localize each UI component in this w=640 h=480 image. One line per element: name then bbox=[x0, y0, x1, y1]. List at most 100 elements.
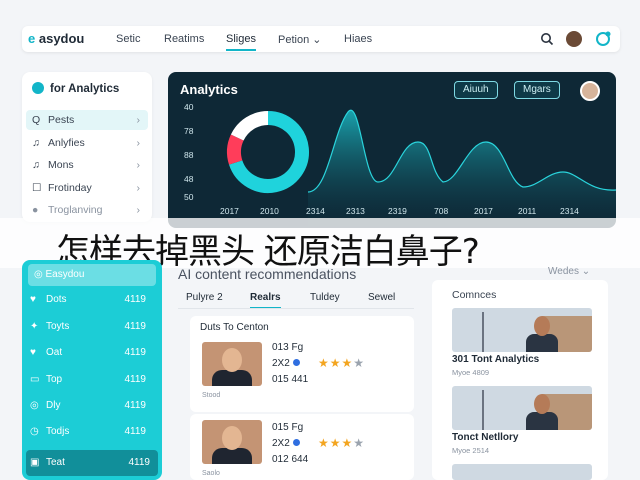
sidebar-item-anlyfies[interactable]: ♫ Anlyfies › bbox=[26, 133, 148, 153]
tab-realrs[interactable]: Realrs bbox=[250, 292, 281, 309]
y-tick-label: 78 bbox=[184, 126, 194, 136]
square-icon: ☐ bbox=[32, 182, 42, 194]
sidebar-item-troglanving[interactable]: ● Troglanving › bbox=[26, 200, 148, 220]
card-line-3: 015 441 bbox=[272, 374, 309, 385]
sort-dropdown[interactable]: Wedes ⌄ bbox=[548, 266, 590, 277]
heart-icon: ♥ bbox=[30, 347, 36, 358]
status-dot bbox=[292, 359, 300, 366]
sidebar-item-pests[interactable]: Q Pests › bbox=[26, 110, 148, 130]
hero-avatar[interactable] bbox=[580, 81, 600, 101]
rating-stars: ★★★★ bbox=[318, 436, 365, 450]
teal-item-value: 4119 bbox=[124, 321, 146, 332]
sidebar-item-label: Frotinday bbox=[48, 182, 92, 194]
hero-title: Analytics bbox=[180, 82, 238, 97]
rating-stars-empty: ★ bbox=[353, 356, 366, 370]
chevron-right-icon: › bbox=[136, 137, 141, 149]
nav-item-reatims[interactable]: Reatims bbox=[164, 33, 204, 45]
rating-stars-empty: ★ bbox=[353, 436, 366, 450]
card-footer: Saolo bbox=[202, 470, 220, 477]
comnces-item-sub: Myoe 4809 bbox=[452, 368, 490, 377]
teal-item-label: Dly bbox=[46, 400, 61, 411]
nav-item-petion[interactable]: Petion ⌄ bbox=[278, 33, 321, 46]
screen-icon: ▣ bbox=[30, 457, 40, 468]
teal-item-teat[interactable]: ▣ Teat 4119 bbox=[26, 450, 158, 476]
teal-item-value: 4119 bbox=[124, 374, 146, 385]
chevron-right-icon: › bbox=[136, 159, 141, 171]
x-tick-label: 2314 bbox=[560, 206, 579, 216]
chevron-right-icon: › bbox=[136, 182, 141, 194]
user-avatar[interactable] bbox=[566, 31, 582, 47]
teal-item-value: 4119 bbox=[124, 294, 146, 305]
teal-panel-header-text: Easydou bbox=[45, 269, 85, 280]
teal-item-label: Dots bbox=[46, 294, 67, 305]
teal-panel-header[interactable]: ◎ Easydou bbox=[28, 264, 156, 286]
status-dot bbox=[292, 439, 300, 446]
card-line-3: 012 644 bbox=[272, 454, 309, 465]
comnces-item-name[interactable]: 301 Tont Analytics bbox=[452, 354, 539, 365]
comnces-panel: Comnces 301 Tont Analytics Myoe 4809 Ton… bbox=[432, 280, 608, 480]
donut-chart bbox=[227, 111, 309, 193]
y-tick-label: 48 bbox=[184, 174, 194, 184]
chevron-down-icon: ⌄ bbox=[581, 266, 591, 277]
aiuuh-button[interactable]: Aiuuh bbox=[454, 81, 498, 99]
brand-name: asydou bbox=[38, 31, 85, 46]
search-icon: Q bbox=[32, 114, 41, 126]
teal-item-top[interactable]: ▭ Top 4119 bbox=[30, 370, 154, 390]
x-tick-label: 2314 bbox=[306, 206, 325, 216]
left-teal-panel: ◎ Easydou ♥ Dots 4119 ✦ Toyts 4119 ♥ Oat 4119 … bbox=[22, 260, 162, 480]
tab-tuldey[interactable]: Tuldey bbox=[310, 292, 340, 303]
y-tick-label: 88 bbox=[184, 150, 194, 160]
teal-item-label: Oat bbox=[46, 347, 63, 358]
card-line-2-text: 2X2 bbox=[272, 358, 290, 369]
nav-item-sliges[interactable]: Sliges bbox=[226, 33, 256, 51]
thumbnail-image[interactable] bbox=[452, 386, 592, 430]
thumbnail-image[interactable] bbox=[452, 308, 592, 352]
music-note-icon: ♫ bbox=[32, 159, 40, 171]
sidebar-title-text: for Analytics bbox=[50, 83, 120, 95]
analytics-logo-icon bbox=[32, 82, 44, 94]
rating-stars: ★★★★ bbox=[318, 356, 365, 370]
teal-item-value: 4119 bbox=[124, 347, 146, 358]
top-navigation-bar: e asydou Setic Reatims Sliges Petion ⌄ H… bbox=[22, 26, 620, 52]
x-tick-label: 2010 bbox=[260, 206, 279, 216]
thumbnail-image[interactable] bbox=[452, 464, 592, 480]
brand-logo[interactable]: e asydou bbox=[28, 31, 84, 46]
heart-icon: ♥ bbox=[30, 294, 36, 305]
search-icon[interactable] bbox=[540, 32, 554, 46]
teal-item-oat[interactable]: ♥ Oat 4119 bbox=[30, 343, 154, 363]
person-photo bbox=[202, 420, 262, 464]
tab-pulyre[interactable]: Pulyre 2 bbox=[186, 292, 223, 303]
nav-item-petion-label: Petion bbox=[278, 34, 310, 46]
sidebar-item-frotinday[interactable]: ☐ Frotinday › bbox=[26, 178, 148, 198]
x-tick-label: 2313 bbox=[346, 206, 365, 216]
recommendation-card[interactable]: 015 Fg 2X2 ★★★★ 012 644 Saolo bbox=[190, 414, 414, 480]
comnces-item-name[interactable]: Tonct Netllory bbox=[452, 432, 518, 443]
nav-item-setic[interactable]: Setic bbox=[116, 33, 140, 45]
notification-icon[interactable] bbox=[594, 30, 612, 48]
x-tick-label: 2017 bbox=[220, 206, 239, 216]
rating-stars-filled: ★★★ bbox=[318, 356, 354, 370]
y-tick-label: 50 bbox=[184, 192, 194, 202]
teal-item-dly[interactable]: ◎ Dly 4119 bbox=[30, 396, 154, 416]
chevron-down-icon: ⌄ bbox=[312, 34, 322, 46]
teal-item-toyts[interactable]: ✦ Toyts 4119 bbox=[30, 317, 154, 337]
sidebar-item-mons[interactable]: ♫ Mons › bbox=[26, 155, 148, 175]
tabs-divider bbox=[178, 308, 414, 309]
donut-segment bbox=[230, 111, 269, 141]
teal-item-value: 4119 bbox=[124, 400, 146, 411]
recommendation-card[interactable]: Duts To Centon 013 Fg 2X2 ★★★★ 015 441 S… bbox=[190, 316, 414, 412]
card-line-1: 013 Fg bbox=[272, 342, 304, 353]
circle-icon: ● bbox=[32, 204, 39, 216]
tab-sewel[interactable]: Sewel bbox=[368, 292, 395, 303]
mgars-button[interactable]: Mgars bbox=[514, 81, 560, 99]
card-line-2: 2X2 bbox=[272, 438, 300, 449]
teal-item-label: Teat bbox=[46, 457, 65, 468]
teal-item-todjs[interactable]: ◷ Todjs 4119 bbox=[30, 422, 154, 442]
card-line-2: 2X2 bbox=[272, 358, 300, 369]
teal-item-dots[interactable]: ♥ Dots 4119 bbox=[30, 290, 154, 310]
nav-item-hiaes[interactable]: Hiaes bbox=[344, 33, 372, 45]
chevron-right-icon: › bbox=[136, 114, 141, 126]
analytics-hero-card: Analytics Aiuuh Mgars 40 78 88 48 50 201… bbox=[168, 72, 616, 228]
teal-item-value: 4119 bbox=[124, 426, 146, 437]
teal-item-label: Toyts bbox=[46, 321, 70, 332]
